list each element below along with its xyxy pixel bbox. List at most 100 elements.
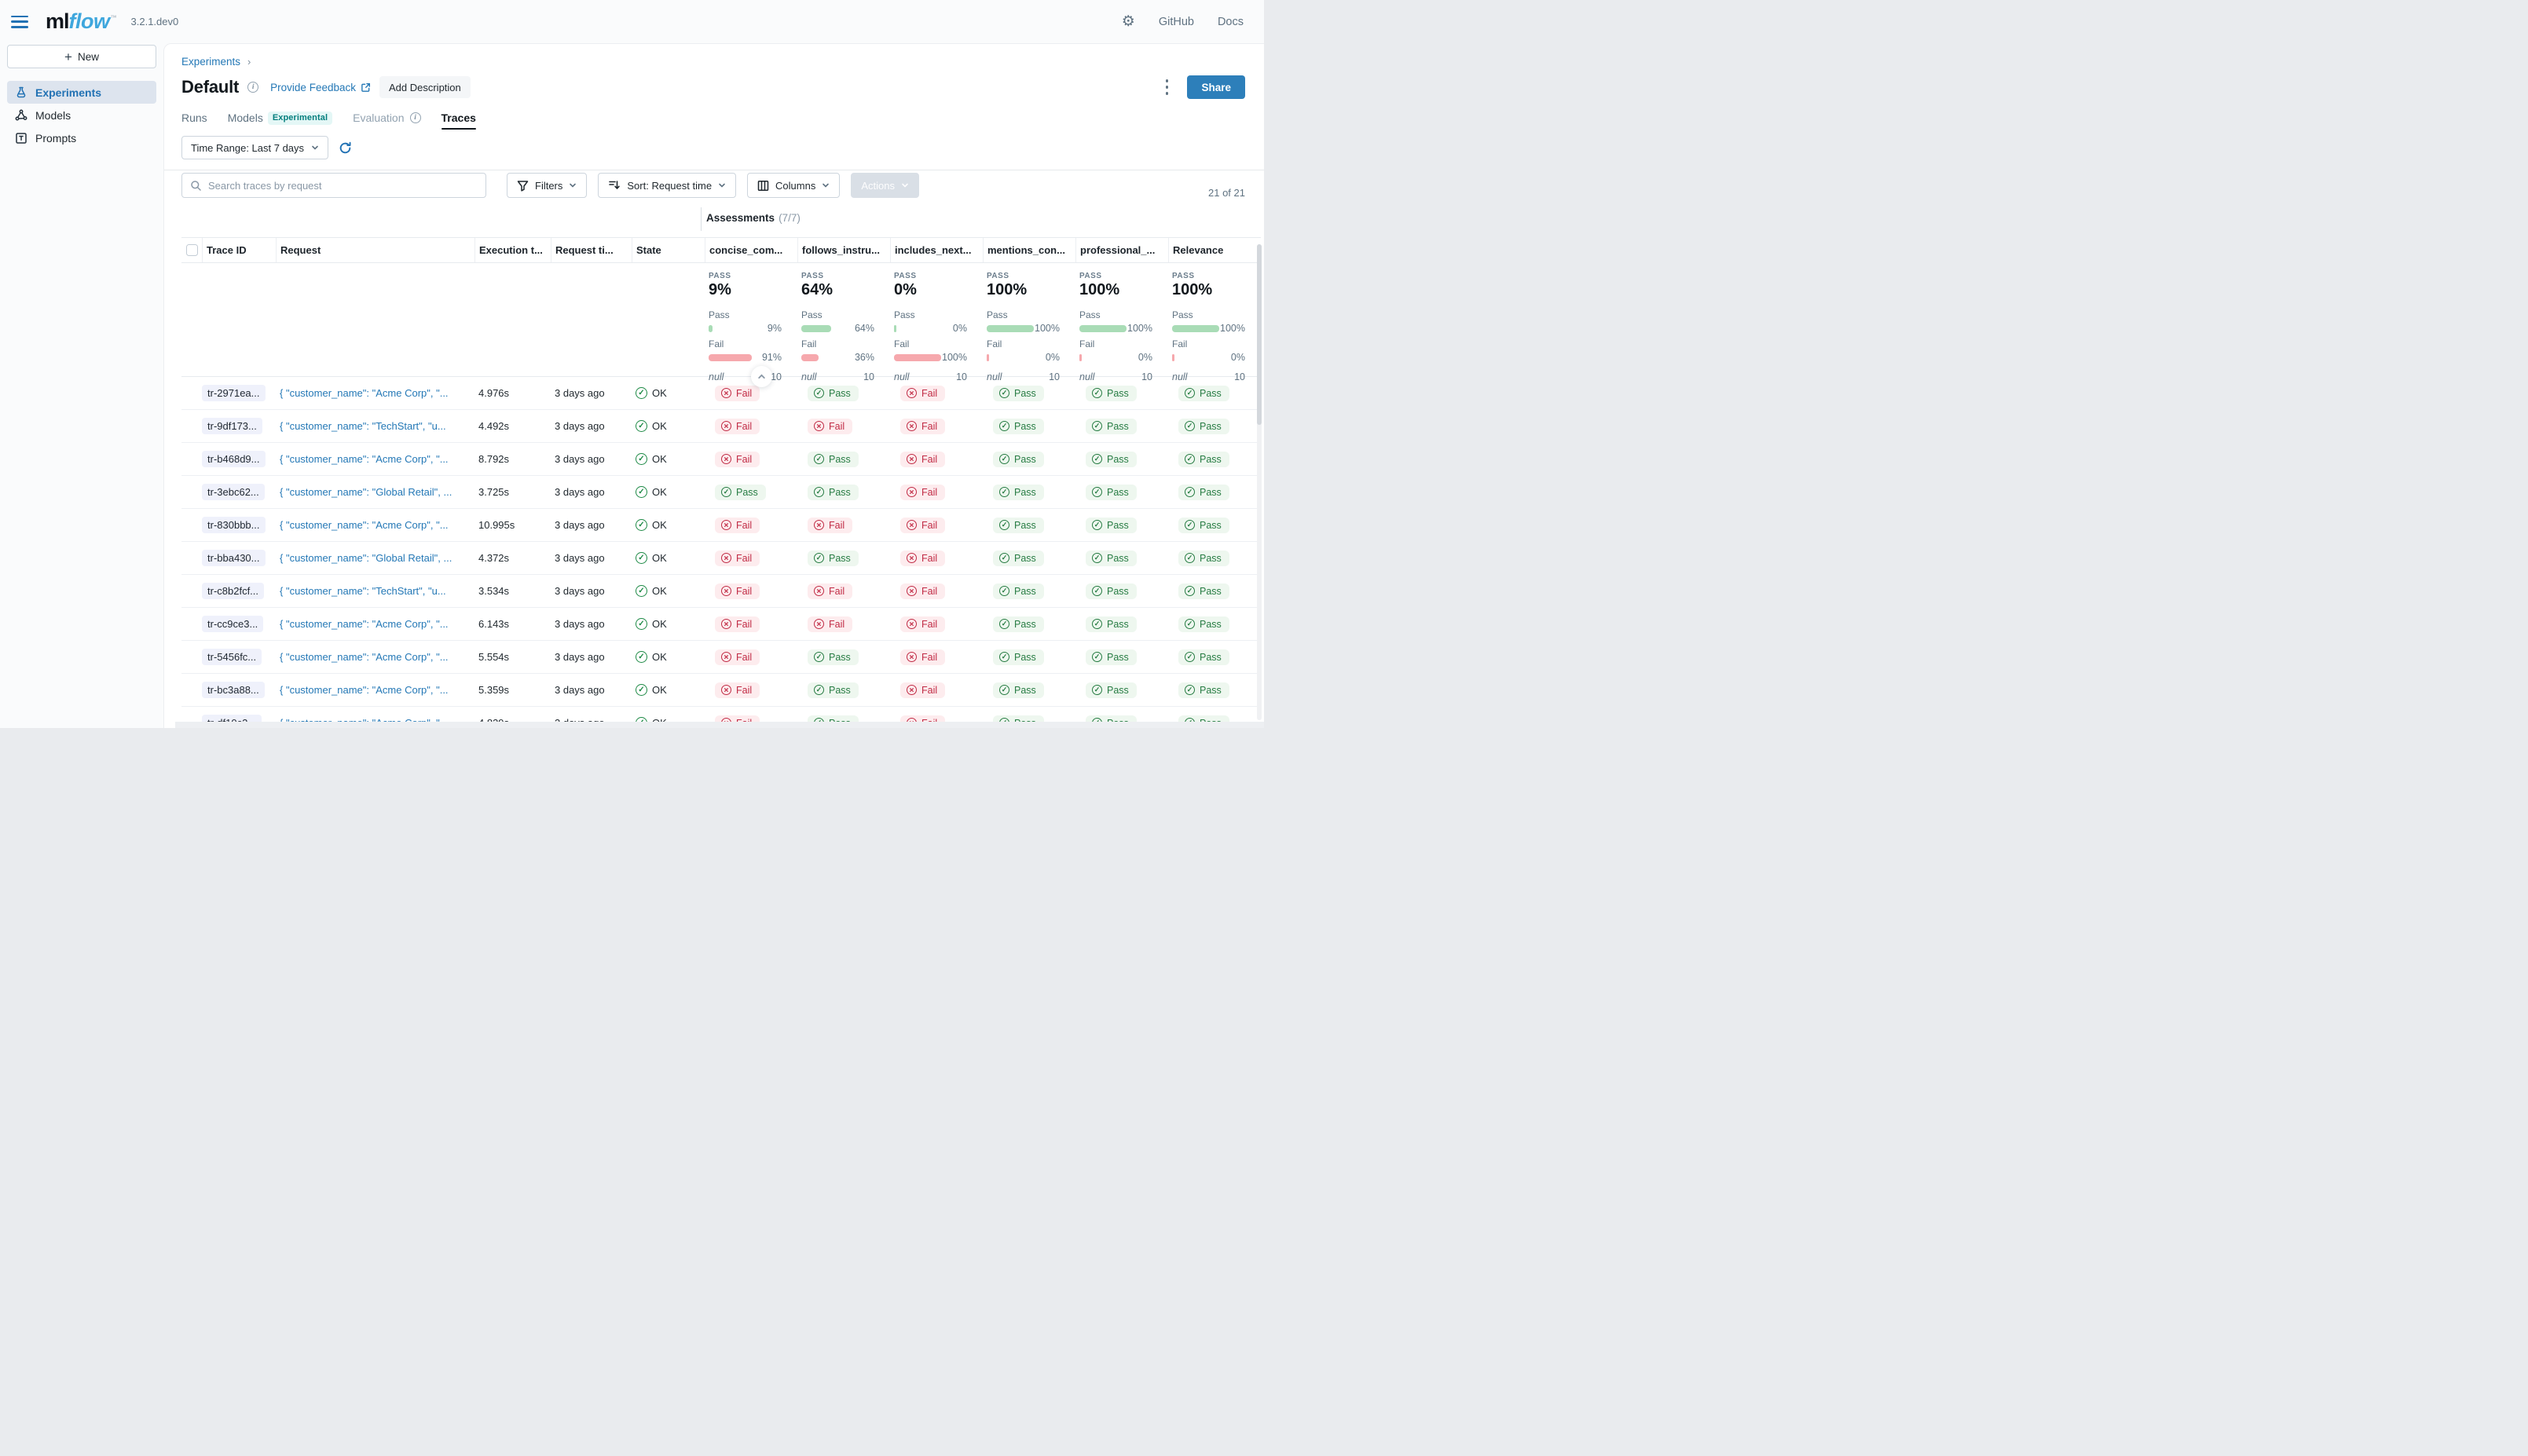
assessment-badge[interactable]: Fail [715, 452, 760, 467]
refresh-icon[interactable] [339, 141, 352, 155]
request-link[interactable]: { "customer_name": "Acme Corp", "... [276, 509, 474, 541]
trace-id-link[interactable]: tr-cc9ce3... [202, 616, 263, 632]
columns-button[interactable]: Columns [747, 173, 840, 198]
assessment-badge[interactable]: Pass [993, 485, 1044, 500]
assessment-badge[interactable]: Pass [1178, 518, 1229, 533]
assessment-badge[interactable]: Pass [1178, 386, 1229, 401]
assessment-badge[interactable]: Pass [1086, 452, 1137, 467]
assessment-badge[interactable]: Pass [1086, 616, 1137, 632]
trace-id-link[interactable]: tr-830bbb... [202, 517, 266, 533]
trace-id-link[interactable]: tr-c8b2fcf... [202, 583, 264, 599]
assessment-badge[interactable]: Pass [993, 682, 1044, 698]
assessment-badge[interactable]: Fail [900, 616, 945, 632]
trace-id-cell[interactable]: tr-b468d9... [202, 443, 276, 475]
trace-id-cell[interactable]: tr-bc3a88... [202, 674, 276, 706]
assessment-badge[interactable]: Pass [1178, 649, 1229, 665]
search-box[interactable] [181, 173, 486, 198]
actions-button[interactable]: Actions [851, 173, 919, 198]
filters-button[interactable]: Filters [507, 173, 587, 198]
provide-feedback-link[interactable]: Provide Feedback [270, 82, 371, 93]
assessment-badge[interactable]: Pass [993, 583, 1044, 599]
info-icon[interactable] [247, 82, 258, 93]
trace-id-cell[interactable]: tr-c8b2fcf... [202, 575, 276, 607]
vertical-scrollbar[interactable] [1257, 244, 1262, 720]
collapse-summary-button[interactable] [751, 366, 772, 387]
assessment-badge[interactable]: Pass [808, 682, 859, 698]
col-header-assessment-3[interactable]: mentions_con... [983, 238, 1075, 262]
table-row[interactable]: tr-9df173... { "customer_name": "TechSta… [181, 410, 1261, 443]
assessment-badge[interactable]: Pass [1178, 616, 1229, 632]
col-header-execution-time[interactable]: Execution t... [474, 238, 551, 262]
assessment-badge[interactable]: Fail [900, 452, 945, 467]
table-row[interactable]: tr-830bbb... { "customer_name": "Acme Co… [181, 509, 1261, 542]
assessment-badge[interactable]: Pass [1086, 518, 1137, 533]
assessment-badge[interactable]: Pass [715, 485, 766, 500]
assessment-badge[interactable]: Pass [808, 452, 859, 467]
trace-id-link[interactable]: tr-3ebc62... [202, 484, 265, 500]
tab-traces[interactable]: Traces [441, 112, 476, 124]
trace-id-cell[interactable]: tr-9df173... [202, 410, 276, 442]
assessment-badge[interactable]: Pass [1178, 485, 1229, 500]
trace-id-link[interactable]: tr-5456fc... [202, 649, 262, 665]
request-link[interactable]: { "customer_name": "Global Retail", ... [276, 542, 474, 574]
trace-id-link[interactable]: tr-2971ea... [202, 385, 266, 401]
tab-runs[interactable]: Runs [181, 112, 207, 124]
table-row[interactable]: tr-bba430... { "customer_name": "Global … [181, 542, 1261, 575]
mlflow-logo[interactable]: mlflow™ [46, 9, 117, 34]
kebab-menu-icon[interactable] [1163, 76, 1172, 98]
assessment-badge[interactable]: Pass [1178, 419, 1229, 434]
assessment-badge[interactable]: Pass [808, 485, 859, 500]
assessment-badge[interactable]: Pass [993, 518, 1044, 533]
assessment-badge[interactable]: Fail [900, 419, 945, 434]
assessment-badge[interactable]: Fail [715, 419, 760, 434]
assessment-badge[interactable]: Pass [1086, 485, 1137, 500]
table-row[interactable]: tr-bc3a88... { "customer_name": "Acme Co… [181, 674, 1261, 707]
col-header-request-time[interactable]: Request ti... [551, 238, 632, 262]
new-button[interactable]: + New [7, 45, 156, 68]
assessment-badge[interactable]: Pass [1086, 583, 1137, 599]
assessment-badge[interactable]: Pass [1178, 583, 1229, 599]
assessment-badge[interactable]: Fail [715, 551, 760, 566]
assessment-badge[interactable]: Pass [993, 386, 1044, 401]
assessment-badge[interactable]: Pass [1178, 551, 1229, 566]
assessment-badge[interactable]: Pass [1178, 682, 1229, 698]
col-header-request[interactable]: Request [276, 238, 474, 262]
assessment-badge[interactable]: Pass [1086, 682, 1137, 698]
assessment-badge[interactable]: Fail [900, 649, 945, 665]
sort-button[interactable]: Sort: Request time [598, 173, 736, 198]
col-header-assessment-4[interactable]: professional_... [1075, 238, 1168, 262]
assessment-badge[interactable]: Fail [808, 419, 852, 434]
time-range-select[interactable]: Time Range: Last 7 days [181, 136, 328, 159]
select-all-checkbox[interactable] [186, 244, 198, 256]
hamburger-menu-icon[interactable] [11, 16, 28, 28]
assessment-badge[interactable]: Fail [900, 386, 945, 401]
col-header-assessment-5[interactable]: Relevance [1168, 238, 1261, 262]
trace-id-cell[interactable]: tr-830bbb... [202, 509, 276, 541]
col-header-trace-id[interactable]: Trace ID [202, 238, 276, 262]
assessment-badge[interactable]: Fail [808, 518, 852, 533]
assessment-badge[interactable]: Fail [715, 649, 760, 665]
docs-link[interactable]: Docs [1218, 16, 1244, 28]
trace-id-link[interactable]: tr-9df173... [202, 418, 262, 434]
trace-id-link[interactable]: tr-bba430... [202, 550, 266, 566]
tab-models[interactable]: Models Experimental [228, 112, 332, 125]
table-row[interactable]: tr-3ebc62... { "customer_name": "Global … [181, 476, 1261, 509]
table-row[interactable]: tr-5456fc... { "customer_name": "Acme Co… [181, 641, 1261, 674]
tab-evaluation[interactable]: Evaluation [353, 112, 420, 124]
assessment-badge[interactable]: Pass [993, 616, 1044, 632]
assessment-badge[interactable]: Pass [1086, 386, 1137, 401]
col-header-assessment-0[interactable]: concise_com... [705, 238, 797, 262]
request-link[interactable]: { "customer_name": "TechStart", "u... [276, 410, 474, 442]
trace-id-cell[interactable]: tr-cc9ce3... [202, 608, 276, 640]
assessment-badge[interactable]: Pass [1178, 452, 1229, 467]
assessment-badge[interactable]: Pass [993, 649, 1044, 665]
assessment-badge[interactable]: Pass [993, 419, 1044, 434]
col-header-assessment-1[interactable]: follows_instru... [797, 238, 890, 262]
breadcrumb-experiments-link[interactable]: Experiments [181, 56, 240, 68]
assessment-badge[interactable]: Fail [808, 583, 852, 599]
request-link[interactable]: { "customer_name": "Acme Corp", "... [276, 641, 474, 673]
request-link[interactable]: { "customer_name": "Global Retail", ... [276, 476, 474, 508]
assessment-badge[interactable]: Fail [900, 485, 945, 500]
search-input[interactable] [208, 180, 478, 192]
request-link[interactable]: { "customer_name": "Acme Corp", "... [276, 443, 474, 475]
